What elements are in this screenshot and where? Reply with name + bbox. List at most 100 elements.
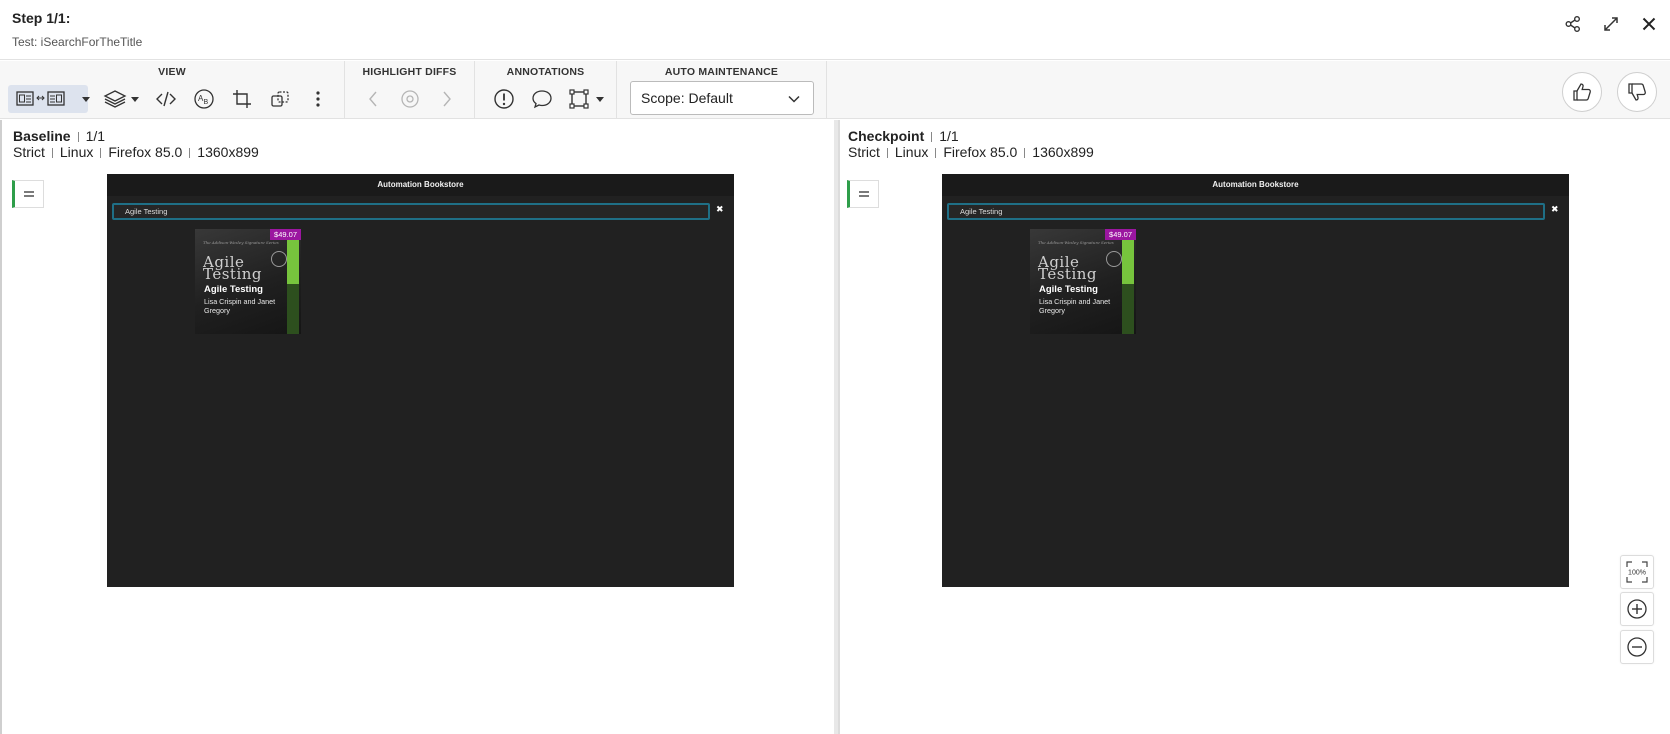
text-compare-button[interactable]: AB <box>190 85 218 113</box>
exclamation-icon <box>494 89 514 109</box>
checkpoint-meta: Strict Linux Firefox 85.0 1360x899 <box>848 144 1094 160</box>
step-header: Step 1/1: Test: iSearchForTheTitle <box>0 0 1670 60</box>
zoom-in-button[interactable] <box>1620 592 1654 626</box>
highlight-diffs-group: HIGHLIGHT DIFFS <box>345 61 475 119</box>
zoom-out-button[interactable] <box>1620 630 1654 664</box>
book-title: Agile Testing <box>204 284 263 295</box>
book-cover-title: Agile Testing <box>1038 253 1098 283</box>
checkpoint-title: Checkpoint 1/1 <box>848 128 959 144</box>
test-name: Test: iSearchForTheTitle <box>12 35 143 49</box>
previous-diff-button[interactable] <box>361 85 385 113</box>
comment-icon <box>532 90 552 109</box>
thumbs-up-icon <box>1573 83 1591 101</box>
bookstore-search-field: Agile Testing <box>947 203 1545 220</box>
svg-text:B: B <box>204 99 209 106</box>
checkpoint-panel: Checkpoint 1/1 Strict Linux Firefox 85.0 136… <box>838 120 1670 734</box>
menu-icon <box>24 191 34 197</box>
add-comment-button[interactable] <box>528 85 556 113</box>
layers-icon <box>103 90 127 108</box>
chevron-right-icon <box>443 91 451 107</box>
baseline-sidebar-toggle[interactable] <box>12 180 44 208</box>
book-series-text: The Addison-Wesley Signature Series <box>203 240 279 245</box>
checkpoint-sidebar-toggle[interactable] <box>847 180 879 208</box>
checkpoint-match-level: Strict <box>848 144 880 160</box>
bookstore-search-field: Agile Testing <box>112 203 710 220</box>
view-group-title: VIEW <box>158 66 186 78</box>
checkpoint-label: Checkpoint <box>848 128 925 144</box>
search-clear-icon: ✖ <box>716 204 724 214</box>
menu-icon <box>859 191 869 197</box>
svg-text:100%: 100% <box>1628 570 1646 577</box>
chevron-down-icon <box>788 95 800 103</box>
ignore-region-button[interactable] <box>490 85 518 113</box>
chevron-left-icon <box>369 91 377 107</box>
region-button[interactable] <box>563 85 609 113</box>
view-group: VIEW AB <box>0 61 345 119</box>
checkpoint-browser: Firefox 85.0 <box>943 144 1018 160</box>
annotations-title: ANNOTATIONS <box>506 66 585 78</box>
zoom-reset-button[interactable]: 100% <box>1620 555 1654 589</box>
highlight-diffs-title: HIGHLIGHT DIFFS <box>362 66 457 78</box>
baseline-index: 1/1 <box>85 128 106 144</box>
side-by-side-layout-icon <box>16 91 65 106</box>
reject-button[interactable] <box>1617 72 1657 112</box>
region-icon <box>569 89 589 109</box>
bookstore-title: Automation Bookstore <box>942 174 1569 196</box>
book-card: The Addison-Wesley Signature Series Agil… <box>1030 229 1136 334</box>
book-cover-title: Agile Testing <box>203 253 263 283</box>
baseline-os: Linux <box>59 144 94 160</box>
share-icon[interactable] <box>1561 12 1585 36</box>
crop-button[interactable] <box>228 85 256 113</box>
crop-icon <box>233 90 251 108</box>
text-compare-icon: AB <box>194 89 214 109</box>
book-logo-icon <box>271 251 287 267</box>
side-by-side-layout-button[interactable] <box>8 85 88 113</box>
code-icon <box>156 91 176 107</box>
close-icon[interactable] <box>1637 12 1661 36</box>
book-price-badge: $49.07 <box>1105 229 1136 240</box>
checkpoint-os: Linux <box>894 144 929 160</box>
baseline-screenshot[interactable]: Automation Bookstore Agile Testing ✖ The… <box>107 174 734 587</box>
code-view-button[interactable] <box>152 85 180 113</box>
baseline-match-level: Strict <box>13 144 45 160</box>
copy-region-icon <box>271 91 289 107</box>
step-title: Step 1/1: <box>12 10 71 26</box>
book-card: The Addison-Wesley Signature Series Agil… <box>195 229 301 334</box>
baseline-browser: Firefox 85.0 <box>108 144 183 160</box>
more-vertical-icon <box>316 91 320 107</box>
baseline-panel: Baseline 1/1 Strict Linux Firefox 85.0 1360x… <box>0 120 836 734</box>
baseline-meta: Strict Linux Firefox 85.0 1360x899 <box>13 144 259 160</box>
scope-select-value: Scope: Default <box>641 90 733 106</box>
book-logo-icon <box>1106 251 1122 267</box>
baseline-label: Baseline <box>13 128 71 144</box>
next-diff-button[interactable] <box>435 85 459 113</box>
checkpoint-screenshot[interactable]: Automation Bookstore Agile Testing ✖ The… <box>942 174 1569 587</box>
layers-button[interactable] <box>100 85 142 113</box>
book-series-text: The Addison-Wesley Signature Series <box>1038 240 1114 245</box>
layout-dropdown-caret[interactable] <box>80 85 92 113</box>
annotations-group: ANNOTATIONS <box>475 61 617 119</box>
book-author: Lisa Crispin and Janet Gregory <box>204 297 276 315</box>
checkpoint-viewport: 1360x899 <box>1032 144 1094 160</box>
zoom-in-icon <box>1627 599 1647 619</box>
toolbar: VIEW AB HIGHLIGHT DIFFS ANNOTATIONS AUTO… <box>0 61 1670 119</box>
baseline-viewport: 1360x899 <box>197 144 259 160</box>
book-title: Agile Testing <box>1039 284 1098 295</box>
scope-select[interactable]: Scope: Default <box>630 81 814 115</box>
copy-region-button[interactable] <box>266 85 294 113</box>
thumbs-down-icon <box>1628 83 1646 101</box>
book-author: Lisa Crispin and Janet Gregory <box>1039 297 1111 315</box>
locate-diff-button[interactable] <box>398 85 422 113</box>
zoom-out-icon <box>1627 637 1647 657</box>
approve-button[interactable] <box>1562 72 1602 112</box>
checkpoint-index: 1/1 <box>939 128 959 144</box>
baseline-title: Baseline 1/1 <box>13 128 105 144</box>
bookstore-title: Automation Bookstore <box>107 174 734 196</box>
search-clear-icon: ✖ <box>1551 204 1559 214</box>
expand-icon[interactable] <box>1599 12 1623 36</box>
auto-maintenance-title: AUTO MAINTENANCE <box>664 66 779 78</box>
fit-to-screen-icon: 100% <box>1626 561 1648 583</box>
target-icon <box>401 90 419 108</box>
more-options-button[interactable] <box>304 85 332 113</box>
book-price-badge: $49.07 <box>270 229 301 240</box>
